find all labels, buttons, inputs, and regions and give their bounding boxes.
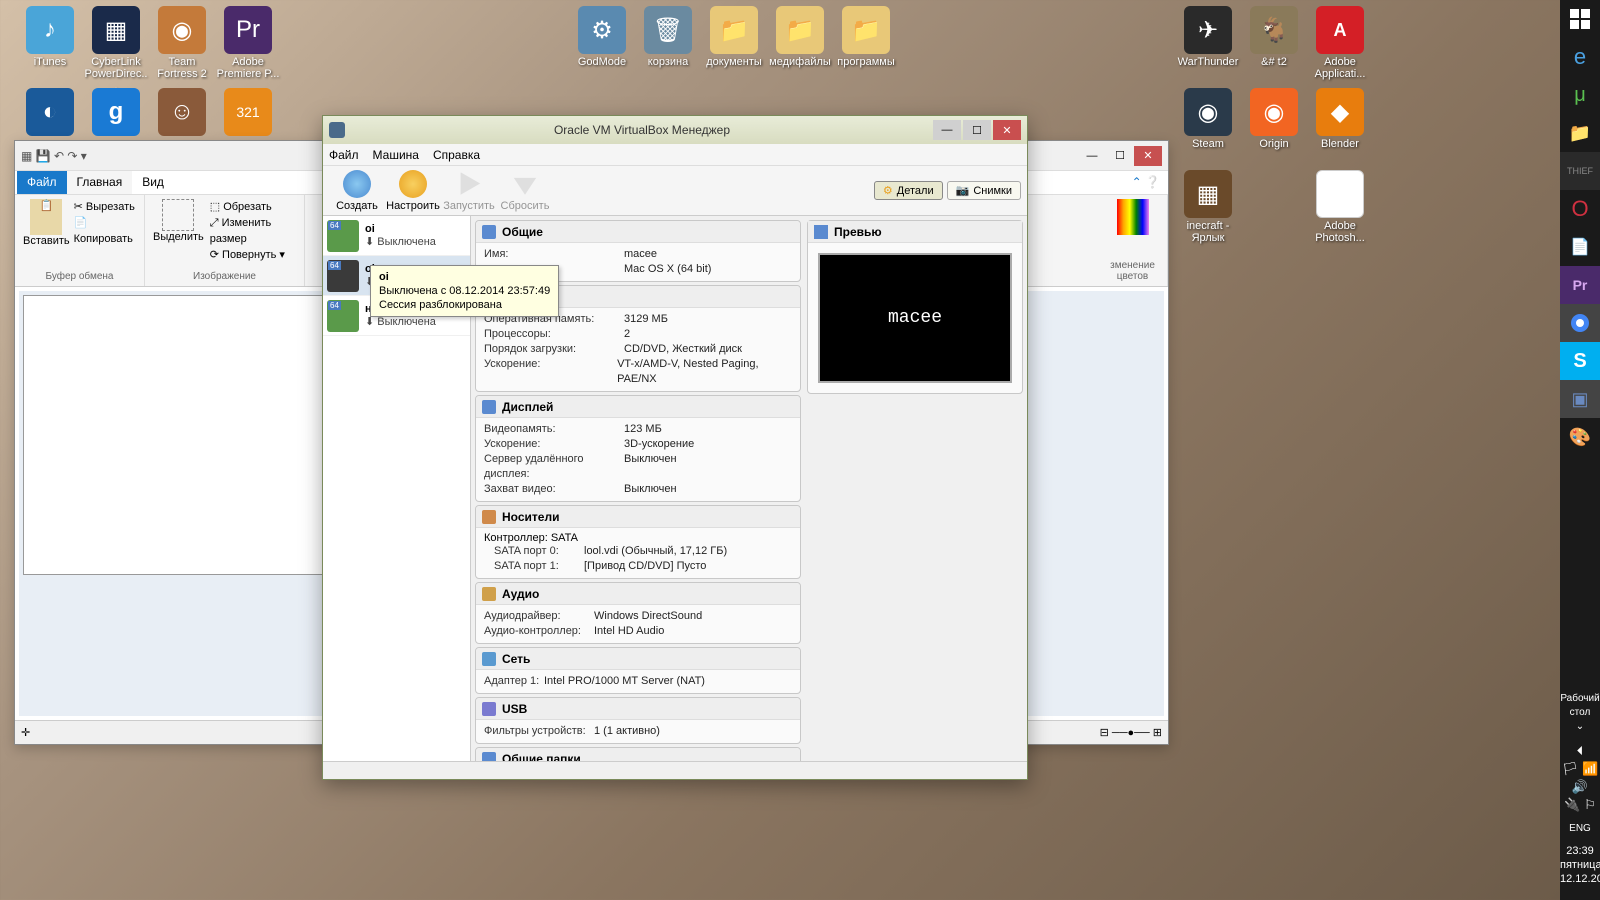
monitor-icon: [482, 225, 496, 239]
taskbar-premiere[interactable]: Pr: [1560, 266, 1600, 304]
rotate-button[interactable]: ⟳ Повернуть ▾: [210, 247, 296, 263]
section-display[interactable]: Дисплей Видеопамять:123 МБ Ускорение:3D-…: [475, 395, 801, 502]
vm-item[interactable]: 64oi⬇ Выключена: [323, 216, 470, 256]
taskbar-app[interactable]: 📄: [1560, 228, 1600, 266]
tray-icons[interactable]: ⏴🏳 📶 🔊🔌 ⚐: [1560, 738, 1600, 818]
colors-button[interactable]: [1106, 199, 1159, 235]
virtualbox-window: Oracle VM VirtualBox Менеджер — ☐ ✕ Файл…: [322, 115, 1028, 780]
details-button[interactable]: ⚙Детали: [874, 181, 943, 200]
paste-button[interactable]: 📋Вставить: [23, 199, 70, 247]
section-usb[interactable]: USB Фильтры устройств:1 (1 активно): [475, 697, 801, 744]
show-desktop[interactable]: [1560, 890, 1600, 900]
preview-icon: [814, 225, 828, 239]
taskbar-opera[interactable]: O: [1560, 190, 1600, 228]
vb-menubar: Файл Машина Справка: [323, 144, 1027, 166]
create-button[interactable]: Создать: [329, 170, 385, 212]
crop-button[interactable]: ⬚ Обрезать: [210, 199, 296, 215]
tray-lang[interactable]: ENG: [1560, 818, 1600, 840]
resize-button[interactable]: ⤢ Изменить размер: [210, 215, 296, 247]
tab-file[interactable]: Файл: [17, 171, 67, 194]
menu-machine[interactable]: Машина: [373, 148, 419, 162]
section-audio[interactable]: Аудио Аудиодрайвер:Windows DirectSound А…: [475, 582, 801, 644]
maximize-button[interactable]: ☐: [1106, 146, 1134, 166]
help-icon[interactable]: ⌃ ❔: [1124, 171, 1168, 194]
vb-statusbar: [323, 761, 1027, 779]
desktop-icon[interactable]: ▦CyberLink PowerDirec...: [84, 6, 148, 92]
folder-icon: [482, 752, 496, 762]
desktop-label[interactable]: Рабочий стол⌄: [1560, 688, 1600, 738]
desktop-icon[interactable]: g: [84, 88, 148, 138]
section-shared[interactable]: Общие папки: [475, 747, 801, 761]
snapshots-button[interactable]: 📷Снимки: [947, 181, 1021, 200]
vb-titlebar[interactable]: Oracle VM VirtualBox Менеджер — ☐ ✕: [323, 116, 1027, 144]
minimize-button[interactable]: —: [933, 120, 961, 140]
taskbar-thief[interactable]: THIEF: [1560, 152, 1600, 190]
desktop-icon[interactable]: ☺: [150, 88, 214, 138]
taskbar-skype[interactable]: S: [1560, 342, 1600, 380]
cut-button[interactable]: ✂ Вырезать: [74, 199, 136, 215]
vb-toolbar: Создать Настроить Запустить Сбросить ⚙Де…: [323, 166, 1027, 216]
taskbar-chrome[interactable]: [1560, 304, 1600, 342]
copy-button[interactable]: 📄 Копировать: [74, 215, 136, 247]
quick-access-icon: ▦ 💾 ↶ ↷ ▾: [21, 149, 87, 163]
section-network[interactable]: Сеть Адаптер 1:Intel PRO/1000 MT Server …: [475, 647, 801, 694]
desktop-icon[interactable]: AAdobe Applicati...: [1308, 6, 1372, 80]
menu-help[interactable]: Справка: [433, 148, 480, 162]
desktop-icon[interactable]: ◐: [18, 88, 82, 138]
desktop-icon[interactable]: ♪iTunes: [18, 6, 82, 68]
desktop-icon[interactable]: 📁программы: [834, 6, 898, 68]
tray-clock[interactable]: 23:39 пятница 12.12.2014: [1560, 840, 1600, 890]
desktop-icon[interactable]: ◉Team Fortress 2: [150, 6, 214, 80]
desktop-icon[interactable]: ⚙GodMode: [570, 6, 634, 68]
desktop-icon[interactable]: PrAdobe Premiere P...: [216, 6, 280, 80]
desktop-icon[interactable]: ◉Origin: [1242, 88, 1306, 150]
vb-icon: [329, 122, 345, 138]
tab-view[interactable]: Вид: [132, 171, 174, 194]
start-button[interactable]: [1560, 0, 1600, 38]
start-button[interactable]: Запустить: [441, 170, 497, 212]
minimize-button[interactable]: —: [1078, 146, 1106, 166]
desktop-icon[interactable]: Adobe Photosh...: [1308, 170, 1372, 244]
vm-tooltip: oi Выключена с 08.12.2014 23:57:49 Сесси…: [370, 265, 559, 317]
section-storage[interactable]: Носители Контроллер: SATA SATA порт 0:lo…: [475, 505, 801, 579]
vm-preview: macee: [818, 253, 1012, 383]
taskbar-ie[interactable]: e: [1560, 38, 1600, 76]
desktop-icon[interactable]: ✈WarThunder: [1176, 6, 1240, 68]
window-title: Oracle VM VirtualBox Менеджер: [353, 123, 931, 137]
menu-file[interactable]: Файл: [329, 148, 359, 162]
usb-icon: [482, 702, 496, 716]
tab-home[interactable]: Главная: [67, 171, 133, 194]
zoom-slider[interactable]: ⊟ ──●── ⊞: [1100, 726, 1162, 739]
desktop-icon[interactable]: 📁документы: [702, 6, 766, 68]
taskbar-virtualbox[interactable]: ▣: [1560, 380, 1600, 418]
desktop-icon[interactable]: 🐐&# t2: [1242, 6, 1306, 68]
desktop-icon[interactable]: ◆Blender: [1308, 88, 1372, 150]
speaker-icon: [482, 587, 496, 601]
settings-button[interactable]: Настроить: [385, 170, 441, 212]
desktop-icon[interactable]: 321: [216, 88, 280, 138]
close-button[interactable]: ✕: [993, 120, 1021, 140]
maximize-button[interactable]: ☐: [963, 120, 991, 140]
taskbar-utorrent[interactable]: μ: [1560, 76, 1600, 114]
close-button[interactable]: ✕: [1134, 146, 1162, 166]
desktop-icon[interactable]: ▦inecraft - Ярлык: [1176, 170, 1240, 244]
desktop-icon[interactable]: 📁медифайлы: [768, 6, 832, 68]
desktop-icon[interactable]: ◉Steam: [1176, 88, 1240, 150]
disk-icon: [482, 510, 496, 524]
taskbar: e μ 📁 THIEF O 📄 Pr S ▣ 🎨 Рабочий стол⌄ ⏴…: [1560, 0, 1600, 900]
taskbar-explorer[interactable]: 📁: [1560, 114, 1600, 152]
display-icon: [482, 400, 496, 414]
taskbar-paint[interactable]: 🎨: [1560, 418, 1600, 456]
select-button[interactable]: Выделить: [153, 199, 204, 243]
network-icon: [482, 652, 496, 666]
discard-button[interactable]: Сбросить: [497, 170, 553, 212]
preview-panel: Превью macee: [807, 220, 1023, 394]
cursor-icon: ✛: [21, 726, 30, 739]
desktop-icon[interactable]: 🗑корзина: [636, 6, 700, 68]
